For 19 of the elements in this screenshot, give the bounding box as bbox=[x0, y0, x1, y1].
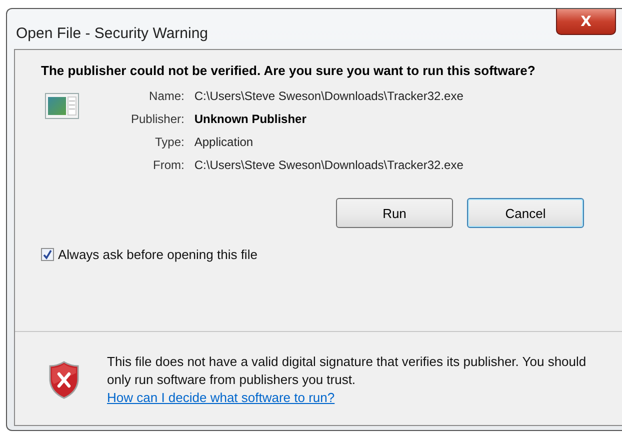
field-value: Unknown Publisher bbox=[194, 112, 308, 126]
run-button[interactable]: Run bbox=[336, 198, 453, 228]
checkbox-label[interactable]: Always ask before opening this file bbox=[58, 247, 258, 262]
field-value: Application bbox=[194, 135, 254, 149]
application-icon bbox=[45, 93, 79, 119]
close-button[interactable]: X bbox=[556, 9, 616, 35]
field-label: Publisher: bbox=[131, 112, 184, 126]
field-label: From: bbox=[152, 158, 184, 172]
field-label: Type: bbox=[154, 135, 184, 149]
checkbox[interactable] bbox=[41, 248, 54, 261]
warning-message: This file does not have a valid digital signature that verifies its publisher. You should only run software from publishers you trust. How can I decide what software to run? bbox=[107, 352, 587, 406]
field-label: Name: bbox=[148, 89, 184, 103]
window-title: Open File - Security Warning bbox=[15, 24, 208, 42]
field-value: C:\Users\Steve Sweson\Downloads\Tracker32.exe bbox=[194, 89, 464, 103]
cancel-button[interactable]: Cancel bbox=[467, 198, 584, 228]
shield-error-icon bbox=[49, 360, 79, 398]
field-value: C:\Users\Steve Sweson\Downloads\Tracker32.exe bbox=[194, 158, 464, 172]
warning-heading: The publisher could not be verified. Are you sure you want to run this software? bbox=[41, 62, 536, 79]
help-link[interactable]: How can I decide what software to run? bbox=[107, 390, 335, 404]
